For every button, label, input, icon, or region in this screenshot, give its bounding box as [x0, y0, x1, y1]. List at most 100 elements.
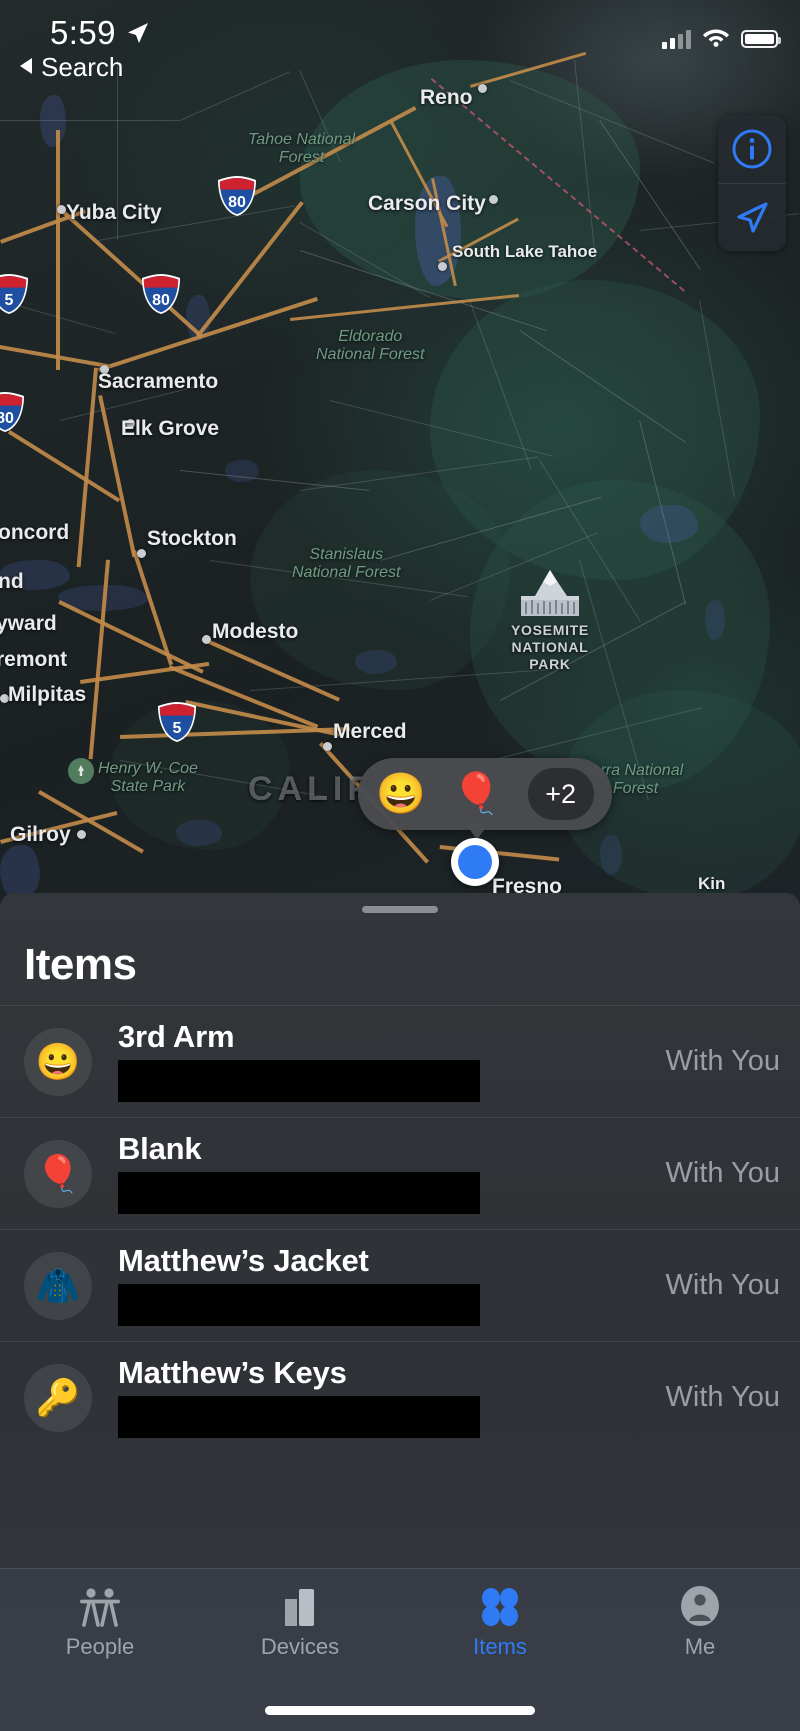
highway	[7, 430, 121, 503]
tab-people-label: People	[65, 1634, 135, 1659]
list-item-name: 3rd Arm	[118, 1019, 235, 1055]
interstate-shield-icon: 5	[0, 272, 30, 316]
tab-me[interactable]: Me	[600, 1569, 800, 1660]
state-label: CALIF	[248, 770, 374, 808]
city-dot	[202, 635, 211, 644]
people-icon	[77, 1585, 123, 1627]
park-label: Eldorado National Forest	[316, 328, 425, 364]
park-label: Tahoe National Forest	[248, 131, 356, 167]
city-label: Kin	[698, 874, 726, 893]
items-grid-icon	[480, 1585, 520, 1627]
city-label: yward	[0, 612, 57, 635]
balloon-emoji: 🎈	[451, 772, 502, 816]
tab-people[interactable]: People	[0, 1569, 200, 1660]
svg-text:80: 80	[228, 194, 246, 211]
back-button-label: Search	[41, 52, 124, 82]
map-view[interactable]: Reno Yuba City Carson City South Lake Tahoe…	[0, 0, 800, 900]
status-badge: With You	[665, 1157, 780, 1189]
devices-icon	[280, 1585, 320, 1627]
city-label: South Lake Tahoe	[452, 242, 598, 261]
national-park-mountain-icon	[510, 566, 590, 618]
list-item-name: Matthew’s Keys	[118, 1355, 347, 1391]
tab-items-label: Items	[473, 1634, 527, 1659]
list-item-subtitle-redacted	[118, 1395, 480, 1438]
city-label: nd	[0, 570, 24, 593]
list-item[interactable]: 🎈 Blank With You	[0, 1117, 800, 1229]
list-item-subtitle-redacted	[118, 1059, 480, 1102]
current-location-dot[interactable]	[451, 838, 499, 886]
interstate-shield-icon: 5	[156, 700, 198, 744]
city-label: Merced	[333, 720, 407, 743]
list-item-text: 3rd Arm	[118, 1021, 656, 1102]
water-body	[176, 820, 222, 846]
status-bar-time: 5:59	[50, 14, 116, 51]
city-label: oncord	[0, 521, 70, 544]
map-item-cluster-callout[interactable]: 😀 🎈 +2	[358, 758, 612, 830]
coat-emoji: 🧥	[24, 1251, 92, 1320]
interstate-shield-icon: 80	[140, 272, 182, 316]
city-dot	[137, 549, 146, 558]
tab-devices[interactable]: Devices	[200, 1569, 400, 1660]
svg-text:5: 5	[173, 720, 182, 737]
city-dot	[77, 830, 86, 839]
city-dot	[489, 195, 498, 204]
recenter-button[interactable]	[718, 183, 786, 251]
highway	[0, 345, 109, 369]
city-label: Modesto	[212, 620, 299, 643]
page-title: Items	[24, 940, 137, 989]
list-item-text: Matthew’s Keys	[118, 1357, 656, 1438]
list-item[interactable]: 🔑 Matthew’s Keys With You	[0, 1341, 800, 1453]
tab-items[interactable]: Items	[400, 1569, 600, 1660]
svg-text:80: 80	[152, 292, 170, 309]
svg-text:5: 5	[5, 292, 14, 309]
list-item-name: Blank	[118, 1131, 202, 1167]
home-indicator	[265, 1706, 535, 1715]
park-label: Stanislaus National Forest	[292, 546, 401, 582]
info-button[interactable]	[718, 115, 786, 183]
tab-devices-label: Devices	[260, 1634, 340, 1659]
yosemite-park-label: YOSEMITE NATIONAL PARK	[511, 622, 589, 672]
city-label: Carson City	[368, 192, 486, 215]
grinning-face-emoji: 😀	[376, 772, 426, 816]
city-label: Yuba City	[66, 201, 162, 224]
yosemite-park-marker[interactable]: YOSEMITE NATIONAL PARK	[510, 566, 590, 672]
tab-me-label: Me	[684, 1634, 716, 1659]
city-label: Milpitas	[8, 683, 87, 706]
list-item-name: Matthew’s Jacket	[118, 1243, 369, 1279]
cluster-overflow-badge[interactable]: +2	[527, 768, 594, 820]
city-label: Elk Grove	[121, 417, 220, 440]
chevron-left-icon	[18, 52, 34, 83]
city-dot	[57, 205, 66, 214]
list-item-text: Matthew’s Jacket	[118, 1245, 656, 1326]
city-label: Stockton	[147, 527, 237, 550]
city-label: remont	[0, 648, 68, 671]
highway	[58, 600, 204, 674]
city-label: Gilroy	[10, 823, 71, 846]
svg-text:80: 80	[0, 410, 14, 427]
status-badge: With You	[665, 1045, 780, 1077]
interstate-shield-icon: 80	[216, 174, 258, 218]
list-item[interactable]: 😀 3rd Arm With You	[0, 1005, 800, 1117]
city-dot	[438, 262, 447, 271]
water-body	[40, 95, 66, 147]
list-item[interactable]: 🧥 Matthew’s Jacket With You	[0, 1229, 800, 1341]
highway	[196, 201, 304, 338]
city-label: Reno	[420, 86, 473, 109]
city-dot	[323, 742, 332, 751]
interstate-shield-icon: 80	[0, 390, 26, 434]
city-dot	[478, 84, 487, 93]
state-park-pin-icon	[68, 758, 94, 784]
water-body	[600, 835, 622, 875]
status-badge: With You	[665, 1269, 780, 1301]
park-label: Henry W. Coe State Park	[98, 760, 198, 796]
location-arrow-icon	[124, 20, 150, 51]
sheet-grabber-handle[interactable]	[362, 906, 438, 913]
list-item-subtitle-redacted	[118, 1171, 480, 1214]
water-body	[0, 845, 40, 900]
back-to-search-button[interactable]: Search	[18, 52, 123, 83]
balloon-emoji: 🎈	[24, 1139, 92, 1208]
battery-icon	[741, 30, 781, 48]
list-item-text: Blank	[118, 1133, 656, 1214]
status-bar-indicators	[662, 26, 781, 52]
wifi-icon	[702, 26, 730, 52]
